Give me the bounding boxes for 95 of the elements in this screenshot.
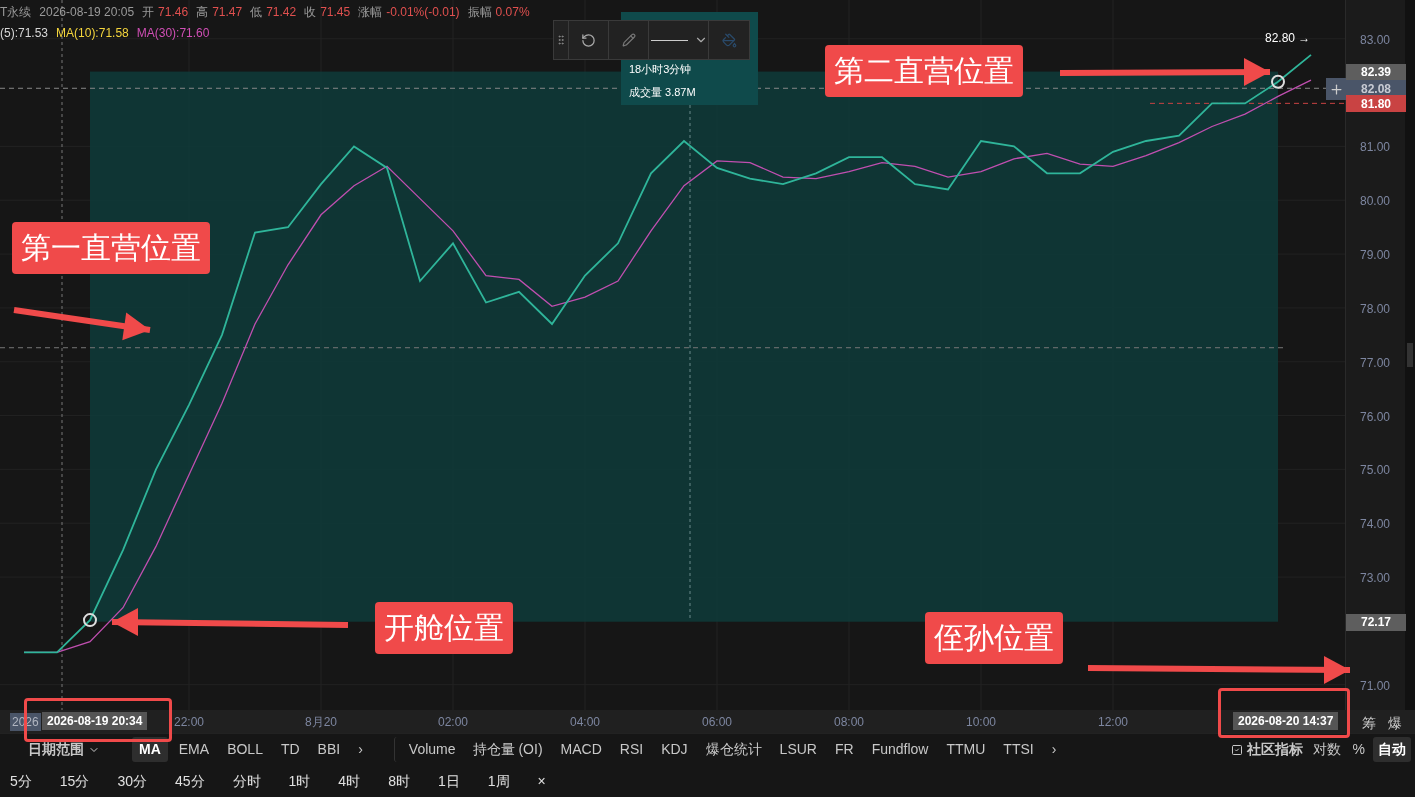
quote-label: 振幅: [467, 4, 492, 21]
annotation-label: 开舱位置: [375, 602, 513, 654]
side-button[interactable]: 爆: [1388, 713, 1402, 734]
interval-button[interactable]: 1周: [487, 770, 510, 792]
time-tick: 02:00: [438, 714, 468, 731]
price-tick: 75.00: [1360, 462, 1391, 480]
indicator-tab[interactable]: TTSI: [996, 737, 1041, 762]
price-tick: 71.00: [1360, 677, 1391, 695]
time-tick: 8月20: [305, 714, 337, 731]
line-style-select[interactable]: [649, 21, 709, 59]
ma-value: MA(30):71.60: [136, 25, 210, 42]
interval-button[interactable]: 30分: [117, 770, 147, 792]
paint-bucket-icon: [721, 32, 737, 48]
side-button[interactable]: 筹: [1362, 713, 1376, 734]
range-duration: 18小时3分钟: [629, 62, 693, 76]
price-tick: 76.00: [1360, 408, 1391, 426]
annotation-label: 第二直营位置: [825, 45, 1023, 97]
interval-button[interactable]: 1日: [437, 770, 460, 792]
price-tick: 78.00: [1360, 300, 1391, 318]
time-tick: 22:00: [174, 714, 204, 731]
indicator-tab[interactable]: 持仓量 (OI): [465, 737, 550, 762]
quote-label: 低: [250, 4, 263, 21]
indicator-tab[interactable]: EMA: [171, 737, 217, 762]
quote-label: 涨幅: [358, 4, 383, 21]
indicator-tab[interactable]: Volume: [393, 737, 462, 762]
line-sample-icon: [651, 39, 688, 41]
time-tick: 08:00: [834, 714, 864, 731]
price-tag: 72.17: [1346, 613, 1406, 631]
price-tick: 79.00: [1360, 247, 1391, 265]
interval-button[interactable]: 4时: [338, 770, 361, 792]
indicator-tab[interactable]: %: [1350, 737, 1367, 762]
quote-label: 收: [304, 4, 317, 21]
indicator-tab[interactable]: TTMU: [939, 737, 993, 762]
annotation-label: 侄孙位置: [925, 612, 1063, 664]
plus-icon: [1328, 81, 1344, 97]
add-button[interactable]: [1326, 78, 1346, 100]
quote-value: 71.46: [158, 4, 189, 21]
symbol-name: T永续: [0, 4, 32, 21]
time-tick: 10:00: [966, 714, 996, 731]
community-indicator-button[interactable]: 社区指标: [1230, 739, 1303, 760]
interval-button[interactable]: 8时: [388, 770, 410, 792]
indicator-tab[interactable]: 对数: [1310, 737, 1343, 762]
indicator-tab[interactable]: Fundflow: [864, 737, 936, 762]
indicator-tab[interactable]: FR: [827, 737, 861, 762]
price-tag: 81.80: [1346, 95, 1406, 113]
quote-label: 开: [142, 4, 155, 21]
annotation-label: 第一直营位置: [12, 222, 210, 274]
indicator-tab[interactable]: BBI: [310, 737, 348, 762]
end-point-marker: [1271, 74, 1285, 89]
end-date-label: 2026-08-20 14:37: [1233, 712, 1339, 730]
price-tick: 73.00: [1360, 570, 1391, 588]
indicator-tab[interactable]: BOLL: [220, 737, 270, 762]
price-tick: 80.00: [1360, 193, 1391, 211]
candle-time: 2026-08-19 20:05: [39, 4, 135, 21]
more-button[interactable]: ›: [351, 739, 370, 760]
collapse-handle[interactable]: [1407, 343, 1413, 367]
price-tick: 74.00: [1360, 516, 1391, 534]
indicator-tab[interactable]: 爆仓统计: [698, 737, 769, 762]
quote-value: 71.45: [320, 4, 351, 21]
indicator-tab[interactable]: RSI: [612, 737, 651, 762]
interval-button[interactable]: 5分: [10, 770, 32, 792]
ma-value: (5):71.53: [0, 25, 49, 42]
grip-icon: [555, 34, 567, 46]
interval-button[interactable]: 45分: [174, 770, 205, 792]
indicator-tab[interactable]: LSUR: [772, 737, 824, 762]
interval-button[interactable]: 1时: [288, 770, 311, 792]
quote-label: 高: [196, 4, 209, 21]
time-tick: 12:00: [1098, 714, 1128, 731]
interval-button[interactable]: ×: [537, 770, 546, 792]
start-date-label: 2026-08-19 20:34: [42, 712, 148, 730]
interval-button[interactable]: 15分: [59, 770, 90, 792]
pencil-icon: [621, 33, 636, 47]
price-tick: 77.00: [1360, 354, 1391, 372]
quote-value: -0.01%(-0.01): [386, 4, 460, 21]
price-tick: 81.00: [1360, 139, 1391, 157]
date-range-dropdown[interactable]: 日期范围: [26, 739, 102, 760]
price-tag: 82.39: [1346, 63, 1406, 81]
indicator-tab[interactable]: 自动: [1373, 737, 1411, 762]
indicator-tab[interactable]: TD: [273, 737, 307, 762]
time-tick: 06:00: [702, 714, 732, 731]
more-button[interactable]: ›: [1044, 739, 1064, 760]
indicator-tab[interactable]: MACD: [553, 737, 609, 762]
quote-value: 71.42: [266, 4, 297, 21]
price-tick: 83.00: [1360, 31, 1391, 49]
checkbox-icon: [1230, 743, 1243, 756]
rotate-icon: [581, 32, 596, 48]
max-price-label: 82.80 →: [1265, 29, 1311, 47]
start-point-marker: [83, 613, 97, 628]
time-tick: 04:00: [570, 714, 600, 731]
interval-button[interactable]: 分时: [232, 770, 261, 792]
quote-value: 0.07%: [495, 4, 530, 21]
ma-value: MA(10):71.58: [56, 25, 129, 42]
quote-value: 71.47: [212, 4, 243, 21]
indicator-tab[interactable]: KDJ: [654, 737, 695, 762]
range-volume: 成交量 3.87M: [629, 85, 697, 99]
